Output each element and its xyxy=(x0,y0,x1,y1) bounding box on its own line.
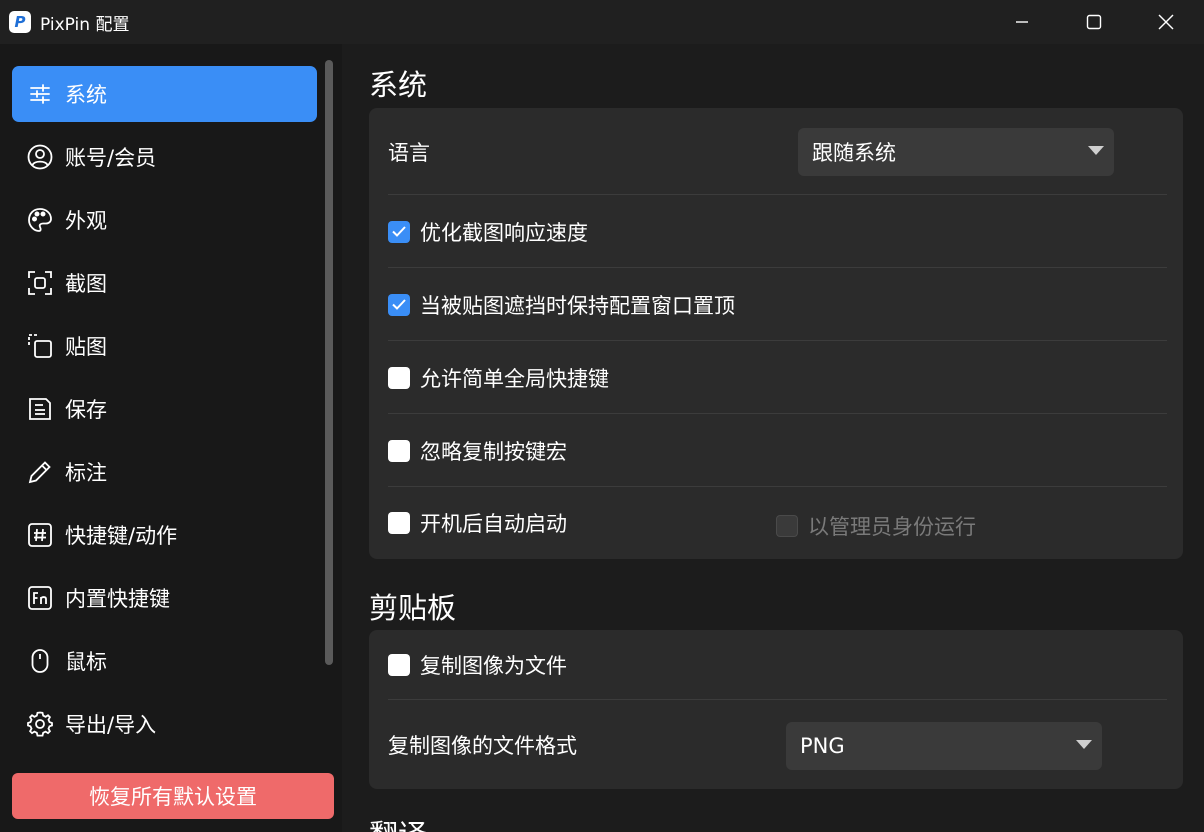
option-label: 当被贴图遮挡时保持配置窗口置顶 xyxy=(420,293,735,318)
palette-icon xyxy=(26,206,54,234)
option-row[interactable]: 优化截图响应速度 xyxy=(369,195,1183,268)
keep-on-top-checkbox[interactable] xyxy=(388,293,410,316)
option-label: 忽略复制按键宏 xyxy=(420,439,567,464)
minimize-button[interactable] xyxy=(987,0,1057,44)
section-title-translate: 翻译 xyxy=(369,812,427,832)
sidebar-item-account[interactable]: 账号/会员 xyxy=(12,129,317,185)
sidebar-item-label: 截图 xyxy=(65,272,107,296)
sliders-icon xyxy=(26,80,54,108)
language-select-value: 跟随系统 xyxy=(812,141,896,165)
ignore-copy-macro-checkbox[interactable] xyxy=(388,439,410,462)
save-icon xyxy=(26,395,54,423)
fn-key-icon xyxy=(26,584,54,612)
sidebar-item-label: 快捷键/动作 xyxy=(65,524,178,548)
language-label: 语言 xyxy=(388,140,430,165)
run-as-admin-label: 以管理员身份运行 xyxy=(808,515,976,539)
checkmark-icon xyxy=(392,226,406,237)
checkmark-icon xyxy=(392,299,406,310)
sidebar-item-system[interactable]: 系统 xyxy=(12,66,317,122)
sidebar-item-label: 内置快捷键 xyxy=(65,587,170,611)
sidebar-item-pin[interactable]: 贴图 xyxy=(12,318,317,374)
option-label: 优化截图响应速度 xyxy=(420,220,588,245)
pixpin-logo-icon: P xyxy=(9,11,31,33)
option-label: 开机后自动启动 xyxy=(420,512,567,536)
close-icon xyxy=(1158,14,1174,30)
sidebar-item-label: 系统 xyxy=(65,83,107,107)
maximize-button[interactable] xyxy=(1059,0,1129,44)
sidebar-item-builtin-shortcuts[interactable]: 内置快捷键 xyxy=(12,570,317,626)
sidebar-item-appearance[interactable]: 外观 xyxy=(12,192,317,248)
option-row[interactable]: 忽略复制按键宏 xyxy=(369,414,1183,487)
format-select[interactable]: PNG xyxy=(786,722,1102,770)
gear-icon xyxy=(26,710,54,738)
sidebar-item-shortcuts[interactable]: 快捷键/动作 xyxy=(12,507,317,563)
pencil-icon xyxy=(26,458,54,486)
user-icon xyxy=(26,143,54,171)
settings-panel: 系统 语言 跟随系统 优化截图响应速度 当被贴图遮挡时保持配置窗口置顶 允许简单… xyxy=(342,44,1204,832)
sidebar-item-annotation[interactable]: 标注 xyxy=(12,444,317,500)
pin-image-icon xyxy=(26,332,54,360)
system-card: 语言 跟随系统 优化截图响应速度 当被贴图遮挡时保持配置窗口置顶 允许简单全局快… xyxy=(369,108,1183,559)
sidebar-item-save[interactable]: 保存 xyxy=(12,381,317,437)
run-as-admin-option[interactable]: 以管理员身份运行 xyxy=(776,511,976,541)
option-label: 允许简单全局快捷键 xyxy=(420,366,609,391)
sidebar-item-label: 标注 xyxy=(65,461,107,485)
maximize-icon xyxy=(1086,14,1102,30)
sidebar-item-label: 鼠标 xyxy=(65,650,107,674)
option-row[interactable]: 复制图像为文件 xyxy=(369,630,1183,700)
run-as-admin-checkbox[interactable] xyxy=(776,515,798,537)
optimize-response-checkbox[interactable] xyxy=(388,220,410,243)
mouse-icon xyxy=(26,647,54,675)
option-row[interactable]: 开机后自动启动 以管理员身份运行 xyxy=(369,487,1183,559)
copy-as-file-checkbox[interactable] xyxy=(388,654,410,676)
window-title: PixPin 配置 xyxy=(40,14,130,35)
sidebar-item-screenshot[interactable]: 截图 xyxy=(12,255,317,311)
sidebar-item-label: 外观 xyxy=(65,209,107,233)
language-row: 语言 跟随系统 xyxy=(369,108,1183,195)
minimize-icon xyxy=(1016,21,1028,23)
sidebar: 系统 账号/会员 外观 截图 贴图 保存 标注 快捷键/动作 内置快捷键 鼠标 … xyxy=(0,44,342,832)
sidebar-item-label: 贴图 xyxy=(65,335,107,359)
format-row: 复制图像的文件格式 PNG xyxy=(369,700,1183,789)
hash-icon xyxy=(26,521,54,549)
close-button[interactable] xyxy=(1131,0,1201,44)
sidebar-item-mouse[interactable]: 鼠标 xyxy=(12,633,317,689)
language-select[interactable]: 跟随系统 xyxy=(798,128,1114,176)
section-title-clipboard: 剪贴板 xyxy=(369,591,457,625)
sidebar-item-export-import[interactable]: 导出/导入 xyxy=(12,696,317,752)
reset-defaults-button[interactable]: 恢复所有默认设置 xyxy=(12,773,334,819)
screenshot-icon xyxy=(26,269,54,297)
format-select-value: PNG xyxy=(800,734,845,758)
sidebar-scrollbar[interactable] xyxy=(325,60,333,665)
autostart-checkbox[interactable] xyxy=(388,512,410,534)
option-label: 复制图像为文件 xyxy=(420,654,567,678)
sidebar-item-label: 账号/会员 xyxy=(65,146,157,170)
option-row[interactable]: 允许简单全局快捷键 xyxy=(369,341,1183,414)
sidebar-item-label: 导出/导入 xyxy=(65,713,157,737)
sidebar-item-label: 保存 xyxy=(65,398,107,422)
clipboard-card: 复制图像为文件 复制图像的文件格式 PNG xyxy=(369,630,1183,789)
option-row[interactable]: 当被贴图遮挡时保持配置窗口置顶 xyxy=(369,268,1183,341)
title-bar: P PixPin 配置 xyxy=(0,0,1204,44)
chevron-down-icon xyxy=(1076,740,1092,749)
chevron-down-icon xyxy=(1088,146,1104,155)
section-title-system: 系统 xyxy=(369,68,428,102)
simple-global-hotkey-checkbox[interactable] xyxy=(388,366,410,389)
format-label: 复制图像的文件格式 xyxy=(388,733,577,758)
